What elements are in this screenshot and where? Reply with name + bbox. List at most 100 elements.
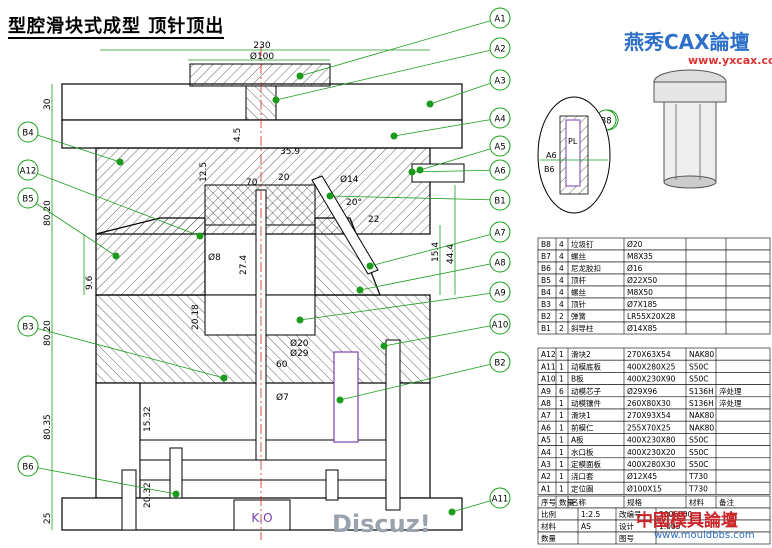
bom-cell: 浇口套	[571, 471, 594, 481]
bom-cell: T730	[688, 484, 708, 493]
bom-cell: Ø29X96	[627, 387, 657, 396]
bom-cell: 400X280X25	[627, 362, 676, 371]
return-pin-left	[121, 469, 137, 531]
callout-label: A12	[20, 167, 37, 177]
bom-cell: LR55X20X28	[627, 312, 676, 321]
callout-dot	[326, 192, 334, 200]
dim-44-4: 44.4	[446, 244, 456, 264]
bom-cell: 4	[559, 288, 564, 297]
bom-cell: S50C	[689, 460, 709, 469]
bom-cell: 4	[559, 252, 564, 261]
bom-cell: B5	[541, 276, 551, 285]
detail-a6: A6	[546, 151, 557, 160]
dim-100: Ø100	[250, 51, 275, 62]
bom-cell: 弹簧	[571, 311, 586, 321]
bom-cell: 斜导柱	[571, 323, 594, 333]
dim-15-4: 15.4	[431, 242, 441, 262]
dim-12-5: 12.5	[199, 162, 209, 182]
locating-ring	[189, 63, 331, 87]
callout-label: A5	[494, 143, 505, 153]
callout-leader	[359, 261, 501, 291]
bom-cell: 2	[559, 312, 564, 321]
bom-cell: A10	[541, 375, 556, 384]
bom-cell: AS	[581, 522, 591, 531]
bom-cell: 设计	[619, 521, 634, 531]
bom-cell: A6	[541, 423, 551, 432]
callout-label: A6	[494, 167, 505, 177]
bom-cell: 4	[559, 300, 564, 309]
bom-cell: Ø7X185	[627, 300, 657, 309]
callout-dot	[296, 72, 304, 80]
bom-cell: A2	[541, 472, 551, 481]
bom-cell: B2	[541, 312, 551, 321]
bom-cell: 1	[559, 484, 564, 493]
dim-80-20a: 80.20	[43, 200, 53, 226]
callout-label: A11	[492, 495, 509, 505]
bom-cell: S50C	[689, 436, 709, 445]
bom-tables: B8 4 垃圾钉 Ø20 B7 4 螺丝 M8X35 B6 4 尼龙胶扣 Ø16 B5 4 顶杆 Ø22X50…	[537, 237, 771, 545]
nylon-puller-3d	[653, 69, 727, 189]
dim-27-4: 27.4	[239, 255, 249, 275]
stop-pin	[325, 469, 339, 501]
bom-cell: S136H	[689, 387, 714, 396]
bom-cell: 4	[559, 264, 564, 273]
ko-label: K.O	[251, 511, 272, 525]
bom-cell: A8	[541, 399, 551, 408]
dim-230: 230	[253, 41, 270, 51]
bom-cell: 图号	[619, 534, 634, 543]
bom-cell: B8	[541, 240, 551, 249]
bom-cell: 1	[559, 362, 564, 371]
callout-label: B4	[22, 129, 33, 139]
bom-cell: 垃圾钉	[571, 239, 594, 249]
callout-label: A2	[494, 45, 505, 55]
bom-cell: Ø100X15	[627, 484, 662, 493]
bom-cell: 1	[559, 375, 564, 384]
callout-dot	[112, 252, 120, 260]
bom-cell: 1:2.5	[581, 510, 600, 519]
bom-cell: NAK80	[689, 411, 714, 420]
dim-80-20b: 80.20	[43, 320, 53, 346]
bom-cell: 定位圈	[571, 483, 594, 493]
bom-cell: Ø20	[627, 240, 643, 249]
callout-label: A3	[494, 77, 505, 87]
bom-cell: B板	[571, 374, 584, 384]
bom-cell: 动模芯子	[571, 386, 601, 396]
bom-cell: 270X93X54	[627, 411, 671, 420]
dim-14: Ø14	[340, 174, 359, 185]
bom-cell: A3	[541, 460, 551, 469]
bom-cell: A1	[541, 484, 551, 493]
callout-dot	[116, 158, 124, 166]
callout-dot	[380, 342, 388, 350]
callout-label: A7	[494, 229, 505, 239]
bom-cell: B1	[541, 324, 551, 333]
dim-22: 22	[368, 215, 379, 225]
bom-cell: 6	[559, 387, 564, 396]
bom-cell: M8X35	[627, 252, 653, 261]
bom-cell: 材料	[541, 521, 556, 531]
callout-label: B2	[494, 359, 505, 369]
footer-logo: 中國模具論壇	[636, 511, 738, 531]
bom-cell: B7	[541, 252, 551, 261]
bom-cell: A7	[541, 411, 551, 420]
dim-70: 70	[246, 178, 258, 188]
bom-cell: 动模镶件	[571, 398, 601, 408]
dim-20a: 20	[278, 173, 290, 183]
callout-label: B1	[494, 197, 505, 207]
bom-cell: 260X80X30	[627, 399, 671, 408]
callout-label: B6	[22, 463, 33, 473]
bom-cell: 255X70X25	[627, 423, 671, 432]
dim-29: Ø29	[290, 348, 309, 359]
bom-cell: 1	[559, 448, 564, 457]
dim-60: 60	[276, 360, 288, 370]
bom-cell: A9	[541, 387, 551, 396]
callout-dot	[296, 316, 304, 324]
bom-cell: 名称	[571, 497, 586, 507]
bom-cell: 螺丝	[571, 251, 586, 261]
dim-4-5: 4.5	[233, 128, 243, 142]
bom-cell: 滑块1	[571, 410, 591, 420]
dim-30: 30	[43, 98, 53, 110]
return-pin-right	[385, 339, 401, 511]
callout-dot	[390, 132, 398, 140]
bom-cell: NAK80	[689, 350, 714, 359]
runner-plate	[61, 119, 463, 149]
